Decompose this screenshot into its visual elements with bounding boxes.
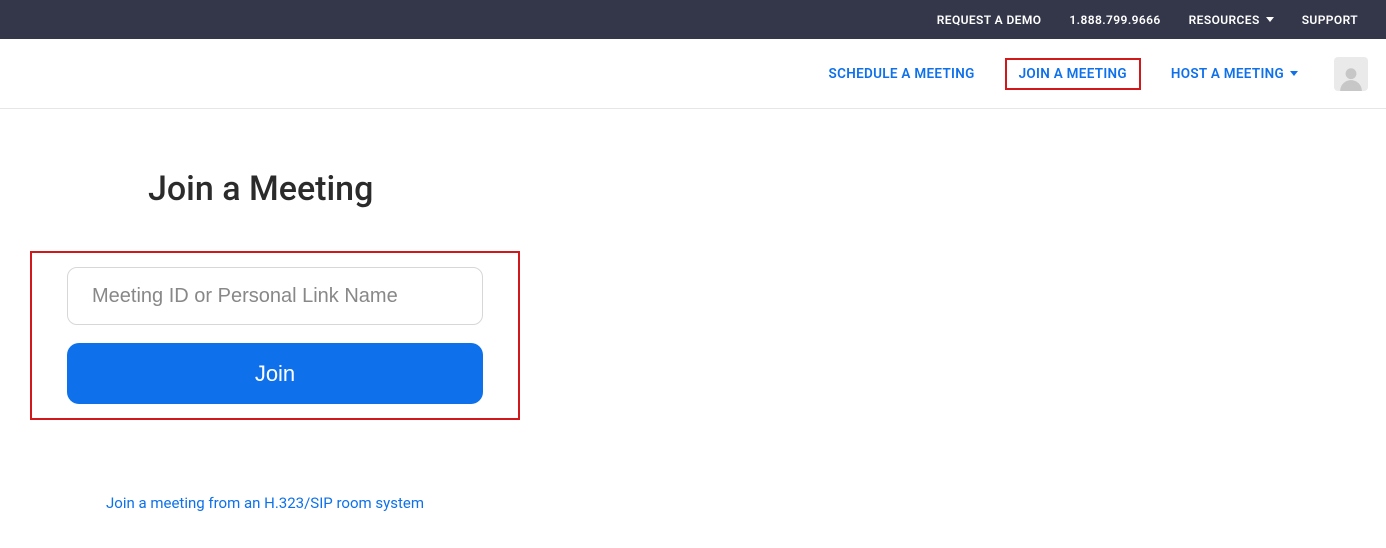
person-icon — [1338, 65, 1364, 91]
chevron-down-icon — [1290, 71, 1298, 76]
join-meeting-link[interactable]: JOIN A MEETING — [1005, 58, 1141, 90]
support-link[interactable]: SUPPORT — [1302, 13, 1358, 27]
phone-number[interactable]: 1.888.799.9666 — [1069, 13, 1160, 27]
join-button[interactable]: Join — [67, 343, 483, 404]
host-meeting-label: HOST A MEETING — [1171, 66, 1284, 82]
request-demo-link[interactable]: REQUEST A DEMO — [937, 13, 1042, 27]
main-content: Join a Meeting Join Join a meeting from … — [0, 109, 1386, 512]
h323-sip-link[interactable]: Join a meeting from an H.323/SIP room sy… — [106, 494, 424, 512]
main-nav-bar: SCHEDULE A MEETING JOIN A MEETING HOST A… — [0, 39, 1386, 109]
resources-label: RESOURCES — [1189, 13, 1260, 27]
join-form-highlight: Join — [30, 251, 520, 420]
schedule-meeting-link[interactable]: SCHEDULE A MEETING — [821, 60, 983, 88]
top-utility-bar: REQUEST A DEMO 1.888.799.9666 RESOURCES … — [0, 0, 1386, 39]
avatar[interactable] — [1334, 57, 1368, 91]
chevron-down-icon — [1266, 17, 1274, 22]
resources-dropdown[interactable]: RESOURCES — [1189, 13, 1274, 27]
host-meeting-dropdown[interactable]: HOST A MEETING — [1163, 60, 1306, 88]
meeting-id-input[interactable] — [67, 267, 483, 325]
page-title: Join a Meeting — [148, 169, 1386, 209]
